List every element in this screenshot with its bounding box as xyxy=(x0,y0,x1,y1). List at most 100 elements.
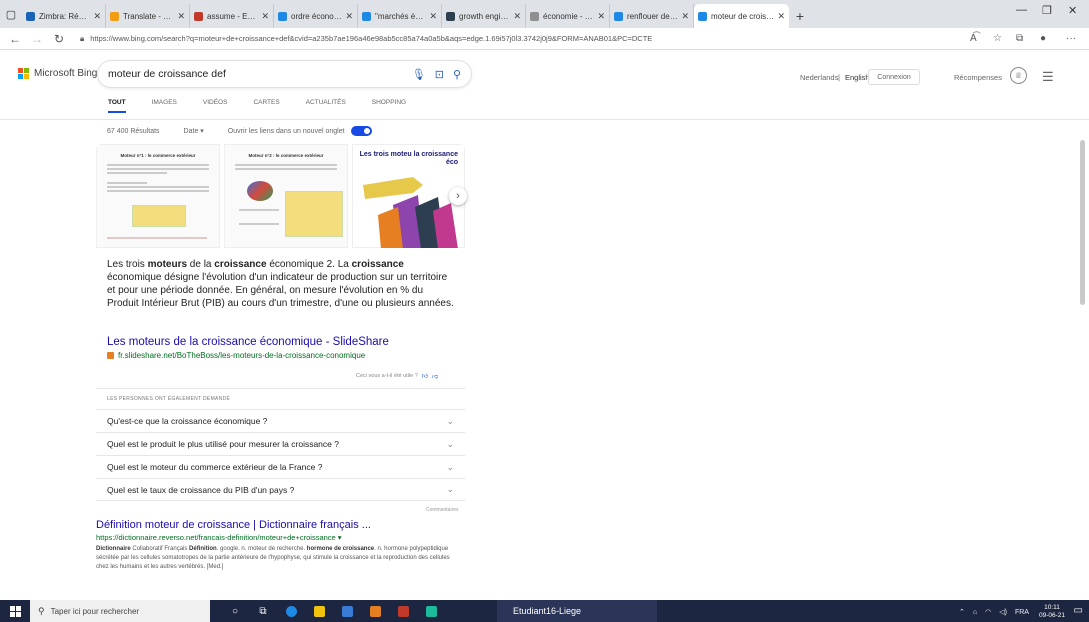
paa-question[interactable]: Quel est le produit le plus utilisé pour… xyxy=(96,432,465,455)
result-url[interactable]: https://dictionnaire.reverso.net/francai… xyxy=(96,533,476,542)
rewards-trophy-icon[interactable]: ♕ xyxy=(1010,67,1027,84)
scope-cartes[interactable]: CARTES xyxy=(253,99,279,106)
close-tab-icon[interactable]: ✕ xyxy=(777,11,785,22)
hamburger-menu-icon[interactable]: ☰ xyxy=(1042,69,1054,85)
file-explorer-icon[interactable] xyxy=(308,600,330,622)
page-scrollbar[interactable] xyxy=(1080,120,1085,598)
chevron-down-icon: ⌄ xyxy=(446,484,454,494)
language-english-link[interactable]: English xyxy=(845,73,870,82)
search-icon[interactable]: ⚲ xyxy=(453,68,461,81)
tab-zimbra[interactable]: Zimbra: Réception✕ xyxy=(22,4,106,28)
teams-icon[interactable] xyxy=(392,600,414,622)
tab-label: économie - Dictionnaire xyxy=(543,11,594,21)
read-aloud-icon[interactable]: A͡ xyxy=(970,33,977,44)
paa-question[interactable]: Quel est le moteur du commerce extérieur… xyxy=(96,455,465,478)
scope-videos[interactable]: VIDÉOS xyxy=(203,99,228,106)
result-snippet: Dictionnaire Collaboratif Français Défin… xyxy=(96,546,450,570)
carousel-image[interactable]: Moteur n°2 : le commerce extérieur xyxy=(224,144,348,248)
scope-images[interactable]: IMAGES xyxy=(152,99,177,106)
start-button[interactable] xyxy=(0,600,30,622)
rewards-link[interactable]: Récompenses xyxy=(954,73,1002,82)
refresh-icon[interactable]: ↻ xyxy=(48,32,70,46)
chevron-up-icon[interactable]: ⌃ xyxy=(959,608,965,616)
edge-icon[interactable] xyxy=(280,600,302,622)
taskbar-search[interactable]: ⚲ Taper ici pour rechercher xyxy=(30,600,210,622)
volume-icon[interactable]: ◁) xyxy=(999,608,1007,616)
paa-question[interactable]: Qu'est-ce que la croissance économique ?… xyxy=(96,409,465,432)
search-box[interactable]: moteur de croissance def 🎙︎ ⊡ ⚲ xyxy=(98,61,471,87)
cortana-icon[interactable]: ○ xyxy=(224,600,246,622)
result-title-link[interactable]: Définition moteur de croissance | Dictio… xyxy=(96,519,476,531)
profile-icon[interactable]: ● xyxy=(1040,33,1046,44)
favorites-icon[interactable]: ☆ xyxy=(993,33,1002,44)
carousel-image[interactable]: Moteur n°1 : le commerce extérieur xyxy=(96,144,220,248)
restore-icon[interactable]: ❐ xyxy=(1042,4,1052,17)
browser-app-icon[interactable] xyxy=(420,600,442,622)
tab-ordre[interactable]: ordre économique mondial✕ xyxy=(274,4,358,28)
answer-title-link[interactable]: Les moteurs de la croissance économique … xyxy=(107,336,389,348)
input-language[interactable]: FRA xyxy=(1015,609,1029,616)
task-view-icon[interactable]: ⧉ xyxy=(252,600,274,622)
tab-growth-engine[interactable]: growth engine - Traduction✕ xyxy=(442,4,526,28)
forward-icon[interactable]: → xyxy=(26,32,48,46)
date-filter[interactable]: Date ▾ xyxy=(184,127,204,135)
close-window-icon[interactable]: ✕ xyxy=(1068,4,1077,17)
answer-url-text: fr.slideshare.net/BoTheBoss/les-moteurs-… xyxy=(118,351,366,360)
office-icon[interactable] xyxy=(364,600,386,622)
close-tab-icon[interactable]: ✕ xyxy=(177,11,185,22)
dictionary-favicon-icon xyxy=(530,11,539,21)
tab-translate[interactable]: Translate - T207 - 321✕ xyxy=(106,4,190,28)
close-tab-icon[interactable]: ✕ xyxy=(597,11,605,22)
tab-label: "marchés émergents" xyxy=(375,11,427,21)
new-tab-button[interactable]: + xyxy=(789,4,811,28)
paa-feedback-link[interactable]: Commentaires xyxy=(426,507,459,513)
language-nederlands-link[interactable]: Nederlands xyxy=(800,73,838,82)
close-tab-icon[interactable]: ✕ xyxy=(681,11,689,22)
more-icon[interactable]: ··· xyxy=(1066,33,1076,44)
bing-favicon-icon xyxy=(614,11,623,21)
close-tab-icon[interactable]: ✕ xyxy=(513,11,521,22)
store-icon[interactable] xyxy=(336,600,358,622)
bing-favicon-icon xyxy=(362,11,371,21)
url-field[interactable]: 🔒︎ https://www.bing.com/search?q=moteur+d… xyxy=(80,34,860,44)
bing-logo[interactable]: Microsoft Bing xyxy=(18,68,97,79)
close-tab-icon[interactable]: ✕ xyxy=(345,11,353,22)
microsoft-logo-icon xyxy=(18,68,29,79)
close-tab-icon[interactable]: ✕ xyxy=(429,11,437,22)
paa-question[interactable]: Quel est le taux de croissance du PIB d'… xyxy=(96,478,465,501)
scrollbar-thumb[interactable] xyxy=(1080,140,1085,305)
visual-search-icon[interactable]: ⊡ xyxy=(435,68,444,81)
carousel-next-icon[interactable]: › xyxy=(449,187,467,205)
clock[interactable]: 10:11 09-06-21 xyxy=(1039,604,1065,620)
tab-economie[interactable]: économie - Dictionnaire✕ xyxy=(526,4,610,28)
microphone-icon[interactable]: 🎙︎ xyxy=(412,68,426,81)
scope-shopping[interactable]: SHOPPING xyxy=(372,99,406,106)
tab-assume[interactable]: assume - English-French✕ xyxy=(190,4,274,28)
scope-actualites[interactable]: ACTUALITÉS xyxy=(306,99,346,106)
notifications-icon[interactable]: ▭ xyxy=(1074,605,1083,616)
answer-url[interactable]: fr.slideshare.net/BoTheBoss/les-moteurs-… xyxy=(107,351,365,360)
scope-tout[interactable]: TOUT xyxy=(108,99,126,113)
wifi-icon[interactable]: ◠ xyxy=(985,608,991,616)
thumbs-down-icon[interactable]: 👎︎ xyxy=(432,372,438,380)
tab-actions-icon[interactable]: ▢ xyxy=(0,0,22,28)
back-icon[interactable]: ← xyxy=(4,32,26,46)
tab-marches[interactable]: "marchés émergents"✕ xyxy=(358,4,442,28)
clock-date: 09-06-21 xyxy=(1038,612,1065,619)
taskbar-window-label[interactable]: Etudiant16-Liege xyxy=(497,600,657,622)
signin-button[interactable]: Connexion xyxy=(868,69,920,85)
paa-question-text: Qu'est-ce que la croissance économique ? xyxy=(107,416,268,426)
minimize-icon[interactable]: — xyxy=(1016,4,1027,16)
chevron-down-icon: ⌄ xyxy=(446,461,454,472)
new-tab-toggle[interactable] xyxy=(350,126,372,136)
search-result: Définition moteur de croissance | Dictio… xyxy=(96,519,476,572)
tab-renflouer[interactable]: renflouer def - Bing✕ xyxy=(610,4,694,28)
collections-icon[interactable]: ⧉ xyxy=(1016,33,1023,44)
close-tab-icon[interactable]: ✕ xyxy=(93,11,101,22)
paa-question-text: Quel est le taux de croissance du PIB d'… xyxy=(107,484,295,495)
search-input[interactable]: moteur de croissance def xyxy=(108,68,403,80)
tab-moteur-active[interactable]: moteur de croissance✕ xyxy=(694,4,789,28)
thumbs-up-icon[interactable]: 👍︎ xyxy=(422,372,428,380)
network-icon[interactable]: ⌂ xyxy=(973,609,977,616)
close-tab-icon[interactable]: ✕ xyxy=(261,11,269,22)
